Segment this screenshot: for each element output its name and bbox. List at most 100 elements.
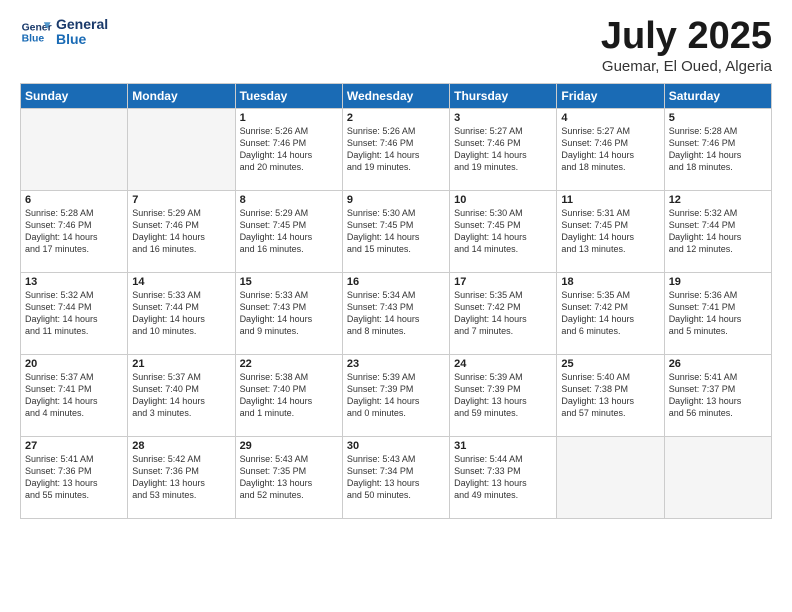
day-number: 3 [454,112,552,124]
calendar-cell: 27Sunrise: 5:41 AMSunset: 7:36 PMDayligh… [21,436,128,518]
calendar-cell: 10Sunrise: 5:30 AMSunset: 7:45 PMDayligh… [450,190,557,272]
calendar-cell: 26Sunrise: 5:41 AMSunset: 7:37 PMDayligh… [664,354,771,436]
day-number: 21 [132,358,230,370]
day-info: Sunrise: 5:43 AMSunset: 7:35 PMDaylight:… [240,453,338,502]
weekday-header: Tuesday [235,83,342,108]
calendar-cell: 15Sunrise: 5:33 AMSunset: 7:43 PMDayligh… [235,272,342,354]
logo-icon: General Blue [20,16,52,48]
calendar-cell: 28Sunrise: 5:42 AMSunset: 7:36 PMDayligh… [128,436,235,518]
calendar-cell: 22Sunrise: 5:38 AMSunset: 7:40 PMDayligh… [235,354,342,436]
day-number: 18 [561,276,659,288]
calendar-cell: 31Sunrise: 5:44 AMSunset: 7:33 PMDayligh… [450,436,557,518]
day-number: 13 [25,276,123,288]
day-number: 5 [669,112,767,124]
day-info: Sunrise: 5:38 AMSunset: 7:40 PMDaylight:… [240,371,338,420]
day-number: 12 [669,194,767,206]
day-info: Sunrise: 5:26 AMSunset: 7:46 PMDaylight:… [347,125,445,174]
day-number: 4 [561,112,659,124]
day-info: Sunrise: 5:39 AMSunset: 7:39 PMDaylight:… [347,371,445,420]
day-info: Sunrise: 5:29 AMSunset: 7:45 PMDaylight:… [240,207,338,256]
calendar-cell: 29Sunrise: 5:43 AMSunset: 7:35 PMDayligh… [235,436,342,518]
calendar-cell: 16Sunrise: 5:34 AMSunset: 7:43 PMDayligh… [342,272,449,354]
day-info: Sunrise: 5:41 AMSunset: 7:37 PMDaylight:… [669,371,767,420]
day-info: Sunrise: 5:26 AMSunset: 7:46 PMDaylight:… [240,125,338,174]
calendar-cell: 13Sunrise: 5:32 AMSunset: 7:44 PMDayligh… [21,272,128,354]
day-info: Sunrise: 5:39 AMSunset: 7:39 PMDaylight:… [454,371,552,420]
day-number: 2 [347,112,445,124]
day-info: Sunrise: 5:36 AMSunset: 7:41 PMDaylight:… [669,289,767,338]
day-info: Sunrise: 5:27 AMSunset: 7:46 PMDaylight:… [561,125,659,174]
svg-text:Blue: Blue [22,34,45,45]
calendar-cell: 14Sunrise: 5:33 AMSunset: 7:44 PMDayligh… [128,272,235,354]
calendar-week-row: 6Sunrise: 5:28 AMSunset: 7:46 PMDaylight… [21,190,772,272]
day-number: 6 [25,194,123,206]
day-info: Sunrise: 5:35 AMSunset: 7:42 PMDaylight:… [454,289,552,338]
calendar-cell: 30Sunrise: 5:43 AMSunset: 7:34 PMDayligh… [342,436,449,518]
calendar-cell: 18Sunrise: 5:35 AMSunset: 7:42 PMDayligh… [557,272,664,354]
day-number: 10 [454,194,552,206]
calendar-cell: 4Sunrise: 5:27 AMSunset: 7:46 PMDaylight… [557,108,664,190]
day-info: Sunrise: 5:32 AMSunset: 7:44 PMDaylight:… [25,289,123,338]
month-title: July 2025 [601,16,772,58]
page: General Blue General Blue July 2025 Guem… [0,0,792,612]
weekday-header: Monday [128,83,235,108]
calendar-week-row: 1Sunrise: 5:26 AMSunset: 7:46 PMDaylight… [21,108,772,190]
day-number: 16 [347,276,445,288]
logo: General Blue General Blue [20,16,108,48]
calendar-cell [21,108,128,190]
day-info: Sunrise: 5:30 AMSunset: 7:45 PMDaylight:… [347,207,445,256]
calendar-cell: 23Sunrise: 5:39 AMSunset: 7:39 PMDayligh… [342,354,449,436]
day-number: 20 [25,358,123,370]
day-info: Sunrise: 5:29 AMSunset: 7:46 PMDaylight:… [132,207,230,256]
header: General Blue General Blue July 2025 Guem… [20,16,772,75]
day-info: Sunrise: 5:28 AMSunset: 7:46 PMDaylight:… [669,125,767,174]
day-number: 19 [669,276,767,288]
day-info: Sunrise: 5:37 AMSunset: 7:41 PMDaylight:… [25,371,123,420]
day-info: Sunrise: 5:31 AMSunset: 7:45 PMDaylight:… [561,207,659,256]
calendar: SundayMondayTuesdayWednesdayThursdayFrid… [20,83,772,519]
location: Guemar, El Oued, Algeria [601,58,772,75]
calendar-week-row: 13Sunrise: 5:32 AMSunset: 7:44 PMDayligh… [21,272,772,354]
day-number: 28 [132,440,230,452]
calendar-cell: 20Sunrise: 5:37 AMSunset: 7:41 PMDayligh… [21,354,128,436]
day-info: Sunrise: 5:33 AMSunset: 7:44 PMDaylight:… [132,289,230,338]
day-number: 17 [454,276,552,288]
day-number: 7 [132,194,230,206]
title-block: July 2025 Guemar, El Oued, Algeria [601,16,772,75]
weekday-header: Thursday [450,83,557,108]
day-info: Sunrise: 5:37 AMSunset: 7:40 PMDaylight:… [132,371,230,420]
logo-text: General Blue [56,17,108,48]
day-number: 29 [240,440,338,452]
day-number: 1 [240,112,338,124]
calendar-cell [128,108,235,190]
calendar-week-row: 20Sunrise: 5:37 AMSunset: 7:41 PMDayligh… [21,354,772,436]
day-info: Sunrise: 5:34 AMSunset: 7:43 PMDaylight:… [347,289,445,338]
day-number: 14 [132,276,230,288]
calendar-cell: 1Sunrise: 5:26 AMSunset: 7:46 PMDaylight… [235,108,342,190]
day-number: 31 [454,440,552,452]
day-number: 25 [561,358,659,370]
calendar-cell: 21Sunrise: 5:37 AMSunset: 7:40 PMDayligh… [128,354,235,436]
calendar-cell: 17Sunrise: 5:35 AMSunset: 7:42 PMDayligh… [450,272,557,354]
weekday-header: Friday [557,83,664,108]
day-info: Sunrise: 5:35 AMSunset: 7:42 PMDaylight:… [561,289,659,338]
day-info: Sunrise: 5:28 AMSunset: 7:46 PMDaylight:… [25,207,123,256]
day-info: Sunrise: 5:43 AMSunset: 7:34 PMDaylight:… [347,453,445,502]
day-info: Sunrise: 5:40 AMSunset: 7:38 PMDaylight:… [561,371,659,420]
day-info: Sunrise: 5:41 AMSunset: 7:36 PMDaylight:… [25,453,123,502]
day-number: 30 [347,440,445,452]
day-number: 11 [561,194,659,206]
calendar-cell: 19Sunrise: 5:36 AMSunset: 7:41 PMDayligh… [664,272,771,354]
weekday-header: Wednesday [342,83,449,108]
day-number: 26 [669,358,767,370]
weekday-header-row: SundayMondayTuesdayWednesdayThursdayFrid… [21,83,772,108]
day-number: 24 [454,358,552,370]
calendar-cell: 3Sunrise: 5:27 AMSunset: 7:46 PMDaylight… [450,108,557,190]
calendar-cell: 6Sunrise: 5:28 AMSunset: 7:46 PMDaylight… [21,190,128,272]
calendar-cell: 25Sunrise: 5:40 AMSunset: 7:38 PMDayligh… [557,354,664,436]
day-number: 22 [240,358,338,370]
calendar-week-row: 27Sunrise: 5:41 AMSunset: 7:36 PMDayligh… [21,436,772,518]
day-number: 23 [347,358,445,370]
day-info: Sunrise: 5:30 AMSunset: 7:45 PMDaylight:… [454,207,552,256]
calendar-cell: 7Sunrise: 5:29 AMSunset: 7:46 PMDaylight… [128,190,235,272]
